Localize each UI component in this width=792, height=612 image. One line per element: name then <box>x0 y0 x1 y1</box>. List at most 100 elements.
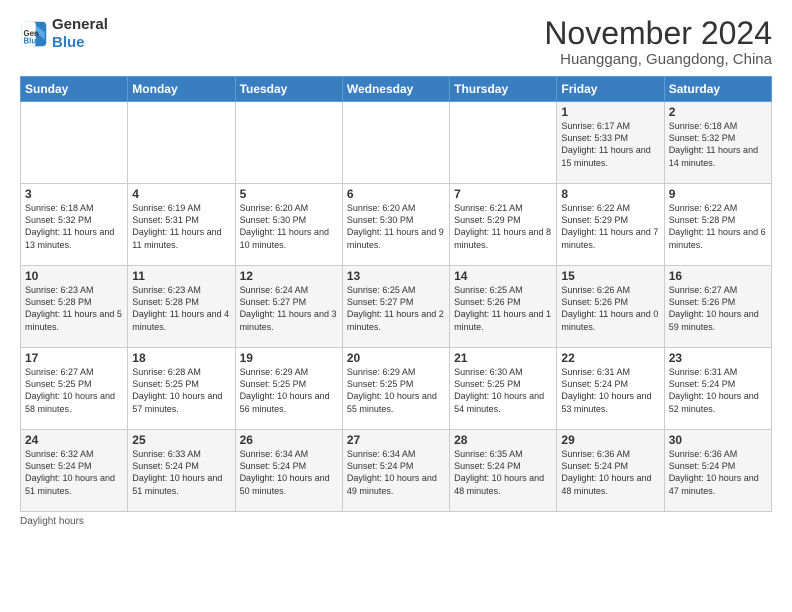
day-info: Sunrise: 6:22 AM Sunset: 5:28 PM Dayligh… <box>669 202 767 251</box>
day-info: Sunrise: 6:33 AM Sunset: 5:24 PM Dayligh… <box>132 448 230 497</box>
day-number: 30 <box>669 433 767 447</box>
calendar-header-row: SundayMondayTuesdayWednesdayThursdayFrid… <box>21 77 772 102</box>
calendar-cell: 19Sunrise: 6:29 AM Sunset: 5:25 PM Dayli… <box>235 348 342 430</box>
calendar-cell: 23Sunrise: 6:31 AM Sunset: 5:24 PM Dayli… <box>664 348 771 430</box>
day-info: Sunrise: 6:27 AM Sunset: 5:25 PM Dayligh… <box>25 366 123 415</box>
day-info: Sunrise: 6:36 AM Sunset: 5:24 PM Dayligh… <box>669 448 767 497</box>
calendar-header-thursday: Thursday <box>450 77 557 102</box>
calendar-cell <box>128 102 235 184</box>
day-number: 19 <box>240 351 338 365</box>
calendar-week-0: 1Sunrise: 6:17 AM Sunset: 5:33 PM Daylig… <box>21 102 772 184</box>
footer: Daylight hours <box>20 516 772 527</box>
page: Gen Blue General Blue November 2024 Huan… <box>0 0 792 612</box>
day-info: Sunrise: 6:25 AM Sunset: 5:27 PM Dayligh… <box>347 284 445 333</box>
logo-general: General <box>52 16 108 34</box>
day-number: 14 <box>454 269 552 283</box>
day-number: 6 <box>347 187 445 201</box>
calendar-cell: 22Sunrise: 6:31 AM Sunset: 5:24 PM Dayli… <box>557 348 664 430</box>
day-info: Sunrise: 6:29 AM Sunset: 5:25 PM Dayligh… <box>347 366 445 415</box>
calendar-cell: 29Sunrise: 6:36 AM Sunset: 5:24 PM Dayli… <box>557 430 664 512</box>
calendar-cell: 9Sunrise: 6:22 AM Sunset: 5:28 PM Daylig… <box>664 184 771 266</box>
day-info: Sunrise: 6:26 AM Sunset: 5:26 PM Dayligh… <box>561 284 659 333</box>
calendar-cell: 21Sunrise: 6:30 AM Sunset: 5:25 PM Dayli… <box>450 348 557 430</box>
calendar-week-1: 3Sunrise: 6:18 AM Sunset: 5:32 PM Daylig… <box>21 184 772 266</box>
daylight-label: Daylight hours <box>20 516 84 527</box>
day-number: 28 <box>454 433 552 447</box>
day-info: Sunrise: 6:18 AM Sunset: 5:32 PM Dayligh… <box>669 120 767 169</box>
calendar-cell: 17Sunrise: 6:27 AM Sunset: 5:25 PM Dayli… <box>21 348 128 430</box>
calendar-week-2: 10Sunrise: 6:23 AM Sunset: 5:28 PM Dayli… <box>21 266 772 348</box>
calendar-cell <box>21 102 128 184</box>
calendar-header-monday: Monday <box>128 77 235 102</box>
day-number: 17 <box>25 351 123 365</box>
calendar-cell: 4Sunrise: 6:19 AM Sunset: 5:31 PM Daylig… <box>128 184 235 266</box>
day-number: 2 <box>669 105 767 119</box>
calendar-cell: 15Sunrise: 6:26 AM Sunset: 5:26 PM Dayli… <box>557 266 664 348</box>
calendar-cell: 2Sunrise: 6:18 AM Sunset: 5:32 PM Daylig… <box>664 102 771 184</box>
day-info: Sunrise: 6:19 AM Sunset: 5:31 PM Dayligh… <box>132 202 230 251</box>
day-number: 12 <box>240 269 338 283</box>
day-info: Sunrise: 6:34 AM Sunset: 5:24 PM Dayligh… <box>240 448 338 497</box>
day-info: Sunrise: 6:29 AM Sunset: 5:25 PM Dayligh… <box>240 366 338 415</box>
day-info: Sunrise: 6:27 AM Sunset: 5:26 PM Dayligh… <box>669 284 767 333</box>
day-info: Sunrise: 6:23 AM Sunset: 5:28 PM Dayligh… <box>25 284 123 333</box>
calendar-cell: 5Sunrise: 6:20 AM Sunset: 5:30 PM Daylig… <box>235 184 342 266</box>
calendar-cell: 10Sunrise: 6:23 AM Sunset: 5:28 PM Dayli… <box>21 266 128 348</box>
calendar-cell: 14Sunrise: 6:25 AM Sunset: 5:26 PM Dayli… <box>450 266 557 348</box>
calendar-cell <box>450 102 557 184</box>
calendar-header-tuesday: Tuesday <box>235 77 342 102</box>
calendar-header-sunday: Sunday <box>21 77 128 102</box>
calendar-cell: 16Sunrise: 6:27 AM Sunset: 5:26 PM Dayli… <box>664 266 771 348</box>
day-info: Sunrise: 6:18 AM Sunset: 5:32 PM Dayligh… <box>25 202 123 251</box>
day-number: 5 <box>240 187 338 201</box>
calendar-cell <box>235 102 342 184</box>
calendar-week-4: 24Sunrise: 6:32 AM Sunset: 5:24 PM Dayli… <box>21 430 772 512</box>
title-block: November 2024 Huanggang, Guangdong, Chin… <box>544 16 772 68</box>
day-info: Sunrise: 6:17 AM Sunset: 5:33 PM Dayligh… <box>561 120 659 169</box>
day-number: 21 <box>454 351 552 365</box>
header: Gen Blue General Blue November 2024 Huan… <box>20 16 772 68</box>
calendar-header-saturday: Saturday <box>664 77 771 102</box>
day-info: Sunrise: 6:30 AM Sunset: 5:25 PM Dayligh… <box>454 366 552 415</box>
calendar-cell: 30Sunrise: 6:36 AM Sunset: 5:24 PM Dayli… <box>664 430 771 512</box>
day-info: Sunrise: 6:21 AM Sunset: 5:29 PM Dayligh… <box>454 202 552 251</box>
day-number: 27 <box>347 433 445 447</box>
calendar-cell: 6Sunrise: 6:20 AM Sunset: 5:30 PM Daylig… <box>342 184 449 266</box>
day-number: 20 <box>347 351 445 365</box>
day-info: Sunrise: 6:20 AM Sunset: 5:30 PM Dayligh… <box>240 202 338 251</box>
day-number: 3 <box>25 187 123 201</box>
logo-text: General Blue <box>52 16 108 52</box>
calendar-week-3: 17Sunrise: 6:27 AM Sunset: 5:25 PM Dayli… <box>21 348 772 430</box>
calendar-cell: 11Sunrise: 6:23 AM Sunset: 5:28 PM Dayli… <box>128 266 235 348</box>
day-number: 7 <box>454 187 552 201</box>
calendar-cell: 25Sunrise: 6:33 AM Sunset: 5:24 PM Dayli… <box>128 430 235 512</box>
calendar-cell: 26Sunrise: 6:34 AM Sunset: 5:24 PM Dayli… <box>235 430 342 512</box>
day-number: 15 <box>561 269 659 283</box>
day-number: 16 <box>669 269 767 283</box>
location: Huanggang, Guangdong, China <box>544 51 772 68</box>
day-info: Sunrise: 6:20 AM Sunset: 5:30 PM Dayligh… <box>347 202 445 251</box>
day-number: 13 <box>347 269 445 283</box>
day-number: 8 <box>561 187 659 201</box>
day-number: 9 <box>669 187 767 201</box>
day-info: Sunrise: 6:25 AM Sunset: 5:26 PM Dayligh… <box>454 284 552 333</box>
day-info: Sunrise: 6:22 AM Sunset: 5:29 PM Dayligh… <box>561 202 659 251</box>
day-info: Sunrise: 6:35 AM Sunset: 5:24 PM Dayligh… <box>454 448 552 497</box>
calendar-cell: 27Sunrise: 6:34 AM Sunset: 5:24 PM Dayli… <box>342 430 449 512</box>
calendar-cell <box>342 102 449 184</box>
calendar-cell: 1Sunrise: 6:17 AM Sunset: 5:33 PM Daylig… <box>557 102 664 184</box>
day-number: 24 <box>25 433 123 447</box>
day-number: 4 <box>132 187 230 201</box>
calendar-cell: 28Sunrise: 6:35 AM Sunset: 5:24 PM Dayli… <box>450 430 557 512</box>
day-info: Sunrise: 6:36 AM Sunset: 5:24 PM Dayligh… <box>561 448 659 497</box>
day-info: Sunrise: 6:23 AM Sunset: 5:28 PM Dayligh… <box>132 284 230 333</box>
day-info: Sunrise: 6:31 AM Sunset: 5:24 PM Dayligh… <box>561 366 659 415</box>
logo: Gen Blue General Blue <box>20 16 108 52</box>
day-info: Sunrise: 6:31 AM Sunset: 5:24 PM Dayligh… <box>669 366 767 415</box>
day-number: 10 <box>25 269 123 283</box>
day-number: 1 <box>561 105 659 119</box>
day-number: 18 <box>132 351 230 365</box>
day-info: Sunrise: 6:34 AM Sunset: 5:24 PM Dayligh… <box>347 448 445 497</box>
day-info: Sunrise: 6:32 AM Sunset: 5:24 PM Dayligh… <box>25 448 123 497</box>
day-info: Sunrise: 6:24 AM Sunset: 5:27 PM Dayligh… <box>240 284 338 333</box>
